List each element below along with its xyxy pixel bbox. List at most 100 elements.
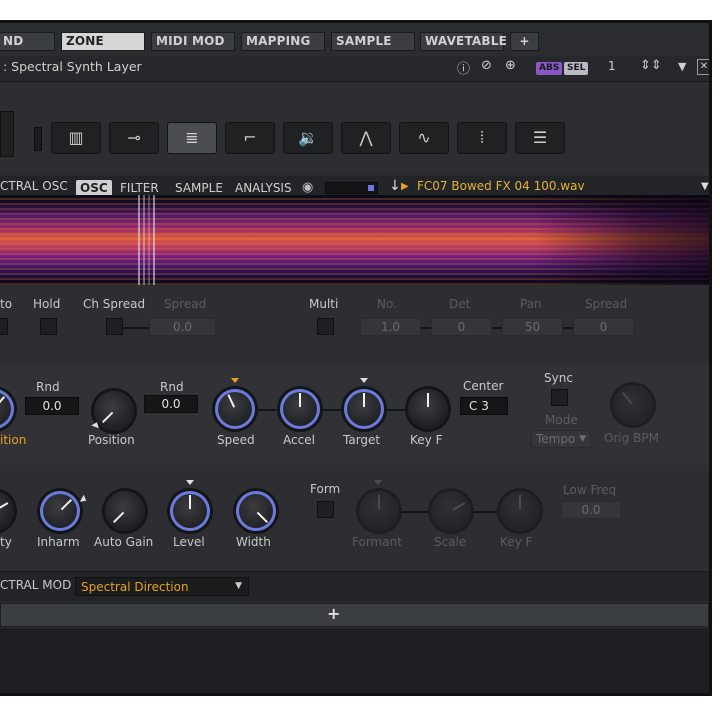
- position-label: Position: [88, 433, 135, 447]
- subtab-osc[interactable]: OSC: [76, 180, 112, 196]
- empty-area: [0, 628, 709, 693]
- side-menu-button[interactable]: [0, 111, 14, 157]
- chevron-down-icon[interactable]: ▼: [701, 181, 709, 192]
- mute-icon[interactable]: ⊘: [481, 58, 492, 78]
- partial-checkbox[interactable]: [0, 318, 8, 335]
- chevron-down-icon: ▼: [579, 434, 586, 444]
- link-line: [563, 327, 573, 329]
- lfo-icon[interactable]: ∿: [399, 122, 449, 154]
- rnd-value[interactable]: 0.0: [25, 397, 79, 415]
- tab-nd[interactable]: ND: [0, 32, 55, 51]
- tab-mapping[interactable]: MAPPING: [241, 32, 325, 51]
- section-label: CTRAL OSC: [0, 179, 68, 193]
- zoom-slider[interactable]: [325, 182, 378, 194]
- rnd2-value[interactable]: 0.0: [144, 395, 198, 413]
- mode-value: Tempo: [536, 432, 576, 446]
- spread-value[interactable]: 0.0: [149, 318, 216, 336]
- inharm-marker: [79, 494, 89, 505]
- mode-dropdown[interactable]: Tempo ▼: [531, 430, 591, 448]
- scale-label: Scale: [434, 535, 467, 549]
- plugin-window: ND ZONE MIDI MOD MAPPING SAMPLE WAVETABL…: [0, 20, 712, 696]
- plug-icon[interactable]: ⊸: [109, 122, 159, 154]
- accel-knob[interactable]: [280, 389, 320, 429]
- sample-filename[interactable]: FC07 Bowed FX 04 100.wav: [417, 179, 585, 193]
- unison-spread-value[interactable]: 0: [573, 318, 634, 336]
- form-checkbox[interactable]: [317, 501, 334, 518]
- target-knob[interactable]: [344, 389, 384, 429]
- mode-row: ▥ ⊸ ≣ ⌐ 🔉 ⋀ ∿ ⦙ ☰: [0, 83, 709, 173]
- link-line: [323, 409, 341, 411]
- rnd2-label: Rnd: [160, 380, 184, 394]
- width-label: Width: [236, 535, 271, 549]
- pan-label: Pan: [520, 297, 542, 311]
- add-icon[interactable]: +: [327, 604, 340, 623]
- level-knob[interactable]: [170, 491, 210, 531]
- mod-destination-dropdown[interactable]: Spectral Direction ▼: [75, 577, 249, 596]
- tab-zone[interactable]: ZONE: [61, 32, 145, 51]
- speed-knob[interactable]: [215, 389, 255, 429]
- add-modulation-bar[interactable]: +: [0, 603, 709, 627]
- no-value[interactable]: 1.0: [360, 318, 421, 336]
- target-label: Target: [343, 433, 381, 447]
- link-line: [258, 409, 276, 411]
- width-knob[interactable]: [236, 491, 276, 531]
- form-label: Form: [310, 482, 341, 496]
- envelope-icon[interactable]: ⋀: [341, 122, 391, 154]
- link-line: [474, 511, 500, 513]
- accel-label: Accel: [283, 433, 315, 447]
- inharm-knob[interactable]: [40, 491, 80, 531]
- tab-sample[interactable]: SAMPLE: [331, 32, 415, 51]
- partial-knob[interactable]: [0, 491, 14, 531]
- sync-checkbox[interactable]: [551, 389, 568, 406]
- zoom-slider-handle[interactable]: [368, 185, 374, 191]
- auto-gain-label: Auto Gain: [94, 535, 154, 549]
- add-tab-button[interactable]: +: [510, 32, 539, 51]
- load-arrow-icon[interactable]: ↓: [389, 178, 401, 194]
- hold-label: Hold: [33, 297, 61, 311]
- dropdown-icon[interactable]: ▼: [678, 60, 686, 80]
- link-line: [123, 327, 149, 329]
- multi-checkbox[interactable]: [317, 318, 334, 335]
- hold-checkbox[interactable]: [40, 318, 57, 335]
- playhead-line[interactable]: [153, 195, 155, 285]
- mode-label: Mode: [545, 413, 578, 427]
- tab-midi-mod[interactable]: MIDI MOD: [151, 32, 235, 51]
- key-f-knob[interactable]: [408, 389, 448, 429]
- speaker-icon[interactable]: 🔉: [283, 122, 333, 154]
- filter-icon[interactable]: ⌐: [225, 122, 275, 154]
- det-value[interactable]: 0: [431, 318, 492, 336]
- play-icon[interactable]: ▶: [401, 181, 409, 192]
- eye-icon[interactable]: ◉: [302, 180, 313, 195]
- spectrogram-display[interactable]: [0, 195, 709, 285]
- spectral-icon[interactable]: ≣: [167, 122, 217, 154]
- sel-badge[interactable]: SEL: [564, 62, 589, 75]
- subtab-analysis[interactable]: ANALYSIS: [231, 180, 296, 196]
- formant-knob[interactable]: [359, 491, 399, 531]
- formant-label: Formant: [352, 535, 402, 549]
- abs-badge[interactable]: ABS: [536, 62, 563, 75]
- position-label-partial: ition: [0, 433, 27, 447]
- subtab-sample[interactable]: SAMPLE: [171, 180, 227, 196]
- steps-icon[interactable]: ⦙: [457, 122, 507, 154]
- pan-value[interactable]: 50: [502, 318, 563, 336]
- scale-knob[interactable]: [431, 491, 471, 531]
- orig-bpm-knob[interactable]: [613, 385, 653, 425]
- mod-destination-value: Spectral Direction: [81, 580, 189, 594]
- formant-key-f-knob[interactable]: [500, 491, 540, 531]
- close-icon[interactable]: ✕: [697, 59, 709, 75]
- list-icon[interactable]: ☰: [515, 122, 565, 154]
- sync-label: Sync: [544, 371, 573, 385]
- ch-spread-checkbox[interactable]: [106, 318, 123, 335]
- keyboard-icon[interactable]: ▥: [51, 122, 101, 154]
- position-knob-partial[interactable]: [0, 389, 14, 429]
- low-freq-value[interactable]: 0.0: [561, 501, 621, 519]
- updown-arrows-icon[interactable]: ⇕⇕: [640, 58, 662, 78]
- ty-label: ty: [0, 535, 12, 549]
- info-icon[interactable]: ⓘ: [457, 58, 470, 78]
- tab-wavetable[interactable]: WAVETABLE: [420, 32, 507, 51]
- center-value[interactable]: C 3: [460, 397, 508, 415]
- auto-gain-knob[interactable]: [105, 491, 145, 531]
- subtab-filter[interactable]: FILTER: [116, 180, 163, 196]
- transient-marker: [138, 195, 140, 285]
- target-icon[interactable]: ⊕: [505, 58, 516, 78]
